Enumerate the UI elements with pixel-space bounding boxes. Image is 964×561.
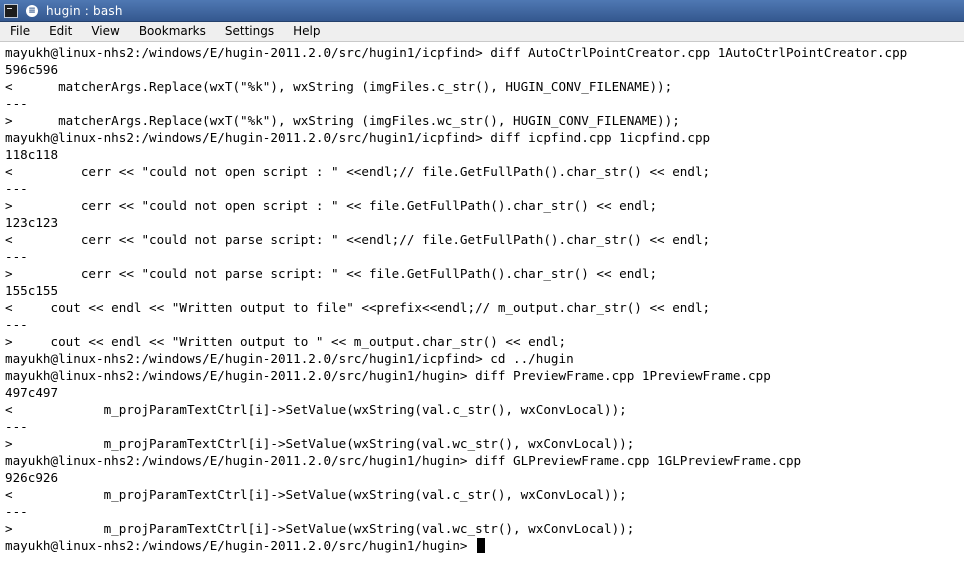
terminal-line: mayukh@linux-nhs2:/windows/E/hugin-2011.… xyxy=(5,45,908,60)
terminal-line: > cout << endl << "Written output to " <… xyxy=(5,334,567,349)
menu-file[interactable]: File xyxy=(0,22,39,41)
terminal-line: 926c926 xyxy=(5,470,59,485)
terminal-line: mayukh@linux-nhs2:/windows/E/hugin-2011.… xyxy=(5,130,711,145)
terminal-line: --- xyxy=(5,181,28,196)
terminal-line: > cerr << "could not open script : " << … xyxy=(5,198,658,213)
menu-edit[interactable]: Edit xyxy=(39,22,81,41)
terminal-line: --- xyxy=(5,249,28,264)
terminal-line: mayukh@linux-nhs2:/windows/E/hugin-2011.… xyxy=(5,368,771,383)
menu-settings[interactable]: Settings xyxy=(215,22,283,41)
terminal-line: 118c118 xyxy=(5,147,59,162)
terminal-line: 155c155 xyxy=(5,283,59,298)
menu-bookmarks[interactable]: Bookmarks xyxy=(129,22,215,41)
menu-view[interactable]: View xyxy=(81,22,128,41)
terminal-output[interactable]: mayukh@linux-nhs2:/windows/E/hugin-2011.… xyxy=(0,42,964,561)
terminal-line: < cerr << "could not parse script: " <<e… xyxy=(5,232,711,247)
terminal-line: --- xyxy=(5,504,28,519)
terminal-line: 497c497 xyxy=(5,385,59,400)
terminal-line: < m_projParamTextCtrl[i]->SetValue(wxStr… xyxy=(5,487,627,502)
terminal-line: > matcherArgs.Replace(wxT("%k"), wxStrin… xyxy=(5,113,680,128)
window-title: hugin : bash xyxy=(46,3,123,18)
terminal-line: < matcherArgs.Replace(wxT("%k"), wxStrin… xyxy=(5,79,673,94)
terminal-line: --- xyxy=(5,419,28,434)
terminal-line: --- xyxy=(5,317,28,332)
menu-help[interactable]: Help xyxy=(283,22,329,41)
shell-prompt: mayukh@linux-nhs2:/windows/E/hugin-2011.… xyxy=(5,538,476,553)
terminal-line: < cout << endl << "Written output to fil… xyxy=(5,300,711,315)
prompt-line[interactable]: mayukh@linux-nhs2:/windows/E/hugin-2011.… xyxy=(5,537,964,554)
terminal-line: 123c123 xyxy=(5,215,59,230)
terminal-line: mayukh@linux-nhs2:/windows/E/hugin-2011.… xyxy=(5,453,802,468)
terminal-line: < m_projParamTextCtrl[i]->SetValue(wxStr… xyxy=(5,402,627,417)
konsole-window: ≡ hugin : bash File Edit View Bookmarks … xyxy=(0,0,964,561)
terminal-line: 596c596 xyxy=(5,62,59,77)
terminal-line: > cerr << "could not parse script: " << … xyxy=(5,266,658,281)
title-bar[interactable]: ≡ hugin : bash xyxy=(0,0,964,22)
terminal-line: < cerr << "could not open script : " <<e… xyxy=(5,164,711,179)
terminal-line: mayukh@linux-nhs2:/windows/E/hugin-2011.… xyxy=(5,351,574,366)
window-menu-icon[interactable]: ≡ xyxy=(26,4,38,17)
terminal-icon[interactable] xyxy=(4,3,18,18)
terminal-line: > m_projParamTextCtrl[i]->SetValue(wxStr… xyxy=(5,436,635,451)
text-cursor xyxy=(477,538,486,553)
menu-bar: File Edit View Bookmarks Settings Help xyxy=(0,22,964,42)
terminal-line: > m_projParamTextCtrl[i]->SetValue(wxStr… xyxy=(5,521,635,536)
terminal-line: --- xyxy=(5,96,28,111)
